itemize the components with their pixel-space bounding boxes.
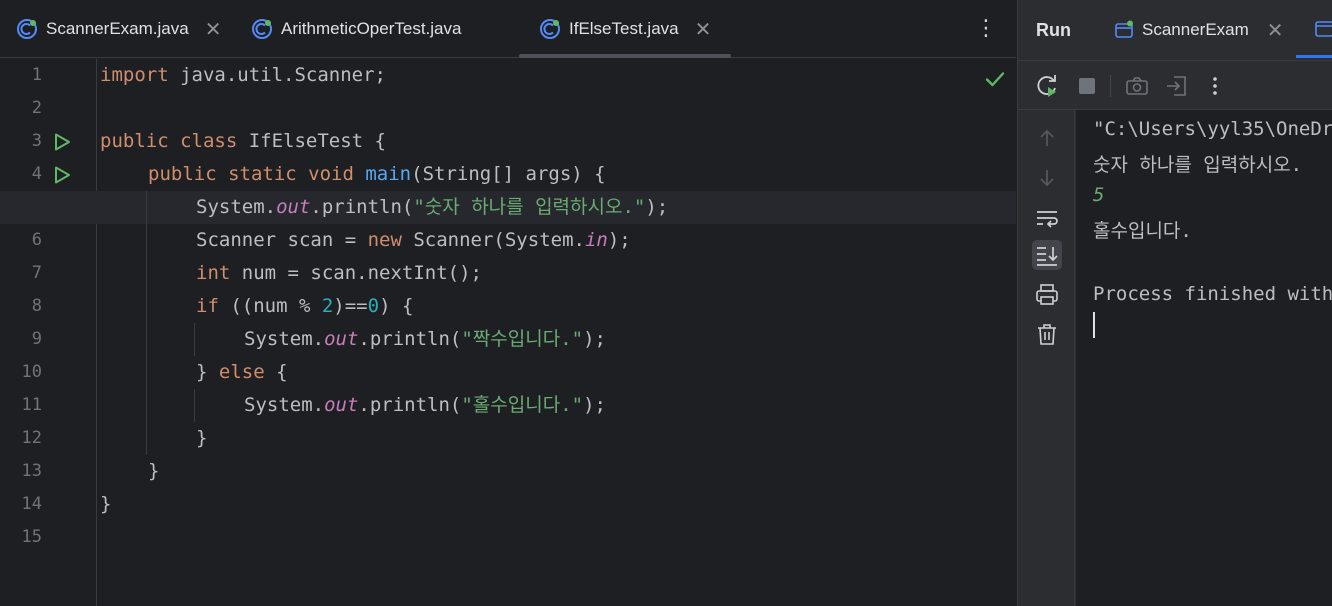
stop-icon[interactable] (1074, 73, 1100, 99)
line-number: 7 (31, 263, 42, 283)
console-line: Process finished with exit code 0 (1093, 283, 1332, 305)
line-number: 4 (31, 164, 42, 184)
application-window-icon (1115, 20, 1133, 38)
line-number: 12 (21, 428, 42, 448)
print-icon[interactable] (1032, 280, 1062, 310)
code-line: import java.util.Scanner; (100, 64, 386, 86)
camera-icon[interactable] (1124, 73, 1150, 99)
code-line: int num = scan.nextInt(); (196, 262, 482, 284)
indent-guide (194, 323, 195, 356)
active-tab-indicator (1296, 55, 1332, 58)
tab-scanner-exam[interactable]: ScannerExam.java ✕ (16, 0, 221, 58)
run-play-icon[interactable] (52, 132, 72, 152)
console-input-line: 5 (1093, 184, 1105, 206)
more-icon[interactable] (1202, 73, 1228, 99)
code-line: } (148, 460, 160, 482)
line-number: 3 (31, 131, 42, 151)
scroll-to-end-icon[interactable] (1032, 240, 1062, 270)
code-editor: ScannerExam.java ✕ ArithmeticOperTest.ja… (0, 0, 1016, 606)
tab-label: ScannerExam.java (46, 19, 189, 38)
run-title: Run (1036, 20, 1071, 40)
close-icon[interactable]: ✕ (205, 17, 222, 42)
line-number: 15 (21, 527, 42, 547)
console-output[interactable]: "C:\Users\yyl35\OneDrive\ 숫자 하나를 입력하시오. … (1076, 110, 1332, 606)
code-line: } (100, 493, 112, 515)
java-class-icon (17, 19, 37, 39)
checkmark-icon[interactable] (984, 68, 1006, 90)
run-toolbar (1018, 60, 1332, 110)
console-line: 홀수입니다. (1093, 220, 1192, 242)
java-class-icon (252, 19, 272, 39)
soft-wrap-icon[interactable] (1032, 203, 1062, 233)
indent-guide (194, 389, 195, 422)
line-number: 11 (21, 395, 42, 415)
run-header: Run ScannerExam ✕ (1018, 0, 1332, 60)
editor-tab-bar: ScannerExam.java ✕ ArithmeticOperTest.ja… (0, 0, 1016, 58)
tab-if-else-test[interactable]: IfElseTest.java ✕ (519, 0, 732, 58)
down-arrow-icon[interactable] (1032, 163, 1062, 193)
active-tab-indicator (519, 54, 732, 58)
line-number: 10 (21, 362, 42, 382)
run-tab-label: ScannerExam (1142, 20, 1249, 39)
line-number-gutter: 1 2 3 4 5 6 7 8 9 10 11 12 13 14 15 (0, 59, 97, 606)
close-icon[interactable]: ✕ (695, 17, 712, 42)
code-line: Scanner scan = new Scanner(System.in); (196, 229, 631, 251)
run-tool-window: Run ScannerExam ✕ "C:\Users\yyl35\OneDr … (1017, 0, 1332, 606)
code-line: public class IfElseTest { (100, 130, 386, 152)
exit-icon[interactable] (1164, 73, 1190, 99)
tab-run-scanner-exam[interactable]: ScannerExam ✕ (1114, 0, 1284, 60)
application-window-icon[interactable] (1314, 18, 1332, 40)
toolbar-divider (1110, 75, 1111, 97)
up-arrow-icon[interactable] (1032, 123, 1062, 153)
line-number: 13 (21, 461, 42, 481)
rerun-icon[interactable] (1034, 73, 1060, 99)
code-line: System.out.println("홀수입니다."); (244, 394, 606, 416)
code-line: System.out.println("숫자 하나를 입력하시오."); (196, 196, 669, 218)
line-number: 9 (31, 329, 42, 349)
vertical-dots-icon[interactable]: ⋮ (972, 14, 1000, 44)
code-line: if ((num % 2)==0) { (196, 295, 414, 317)
indent-guide (146, 191, 147, 455)
tab-label: IfElseTest.java (569, 19, 679, 38)
code-line: public static void main(String[] args) { (148, 163, 606, 185)
text-caret (1093, 312, 1095, 338)
code-line: } else { (196, 361, 288, 383)
console-line: 숫자 하나를 입력하시오. (1093, 154, 1303, 176)
console-line: "C:\Users\yyl35\OneDrive\ (1093, 118, 1332, 140)
run-play-icon[interactable] (52, 165, 72, 185)
java-class-icon (540, 19, 560, 39)
code-area[interactable]: import java.util.Scanner; public class I… (0, 59, 1016, 606)
code-line: } (196, 427, 208, 449)
line-number: 14 (21, 494, 42, 514)
console-side-toolbar (1018, 110, 1075, 606)
line-number: 2 (31, 98, 42, 118)
code-line: System.out.println("짝수입니다."); (244, 328, 606, 350)
line-number: 1 (31, 65, 42, 85)
tab-arithmetic-oper-test[interactable]: ArithmeticOperTest.java (251, 0, 461, 58)
tab-label: ArithmeticOperTest.java (281, 19, 462, 38)
line-number: 6 (31, 230, 42, 250)
line-number: 8 (31, 296, 42, 316)
close-icon[interactable]: ✕ (1267, 18, 1284, 43)
trash-icon[interactable] (1032, 319, 1062, 349)
